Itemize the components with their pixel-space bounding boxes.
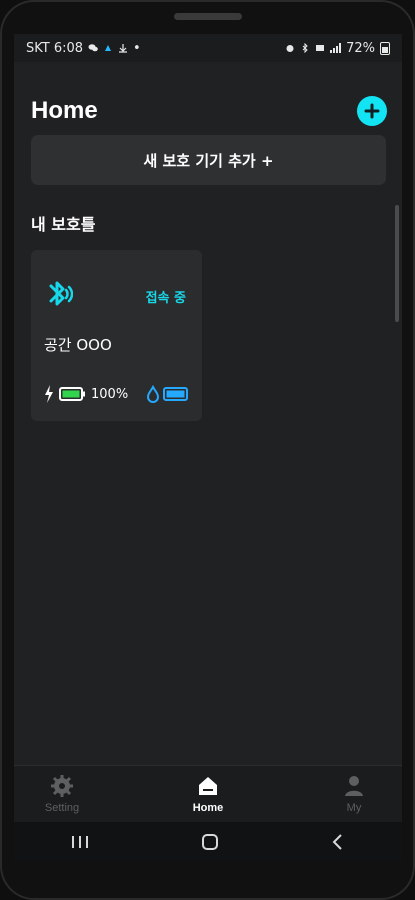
back-icon[interactable]: [330, 833, 346, 851]
status-right: 72%: [285, 41, 390, 56]
battery-level-text: 100%: [91, 386, 129, 402]
home-icon: [199, 777, 217, 795]
add-device-circle-button[interactable]: [357, 96, 387, 126]
more-notifications-dot-icon: •: [133, 40, 141, 56]
nav-home-label: Home: [192, 802, 224, 814]
water-level-icon: [163, 387, 189, 401]
add-device-label: 새 보호 기기 추가 +: [143, 151, 274, 170]
page-header: Home: [31, 92, 387, 130]
phone-frame: SKT 6:08 • 72% Home 새 보호 기기 추가 + 내 보호틀 접…: [0, 0, 415, 900]
battery-icon: [59, 387, 85, 401]
nav-my-label: My: [346, 802, 362, 814]
gear-icon: [51, 775, 73, 797]
signal-icon: [330, 43, 342, 53]
bottom-navigation: Setting Home My: [14, 765, 402, 822]
nav-home[interactable]: Home: [160, 766, 256, 822]
add-protection-device-button[interactable]: 새 보호 기기 추가 +: [31, 135, 386, 185]
notification-icon: [105, 45, 112, 51]
scroll-indicator[interactable]: [395, 205, 399, 322]
device-status-row: 100%: [44, 382, 194, 406]
alarm-icon: [286, 45, 294, 52]
person-icon: [345, 776, 363, 796]
device-card[interactable]: 접속 중 공간 OOO 100%: [31, 250, 202, 421]
water-drop-icon: [147, 385, 160, 403]
app-screen: SKT 6:08 • 72% Home 새 보호 기기 추가 + 내 보호틀 접…: [14, 34, 402, 862]
battery-small-icon: [380, 41, 390, 55]
status-left: SKT 6:08 •: [26, 41, 141, 56]
home-system-icon[interactable]: [201, 833, 219, 851]
chat-icon: [88, 44, 98, 52]
device-name: 공간 OOO: [44, 336, 112, 354]
lte-icon: [316, 45, 325, 51]
my-protections-title: 내 보호틀: [31, 215, 96, 234]
system-navigation: [14, 822, 402, 862]
connection-status: 접속 중: [145, 291, 186, 306]
nav-setting[interactable]: Setting: [14, 766, 110, 822]
charging-icon: [45, 385, 53, 403]
status-bar: SKT 6:08 • 72%: [14, 34, 402, 62]
carrier-time: SKT 6:08: [26, 40, 84, 56]
nav-setting-label: Setting: [44, 802, 80, 814]
speaker-grille: [174, 13, 242, 20]
nav-my[interactable]: My: [306, 766, 402, 822]
bluetooth-small-icon: [302, 43, 308, 53]
recent-apps-icon[interactable]: [70, 834, 90, 850]
download-icon: [119, 44, 128, 53]
bluetooth-icon: [49, 281, 73, 306]
page-title: Home: [31, 97, 98, 124]
battery-percent: 72%: [346, 40, 375, 56]
plus-icon: [364, 103, 380, 119]
